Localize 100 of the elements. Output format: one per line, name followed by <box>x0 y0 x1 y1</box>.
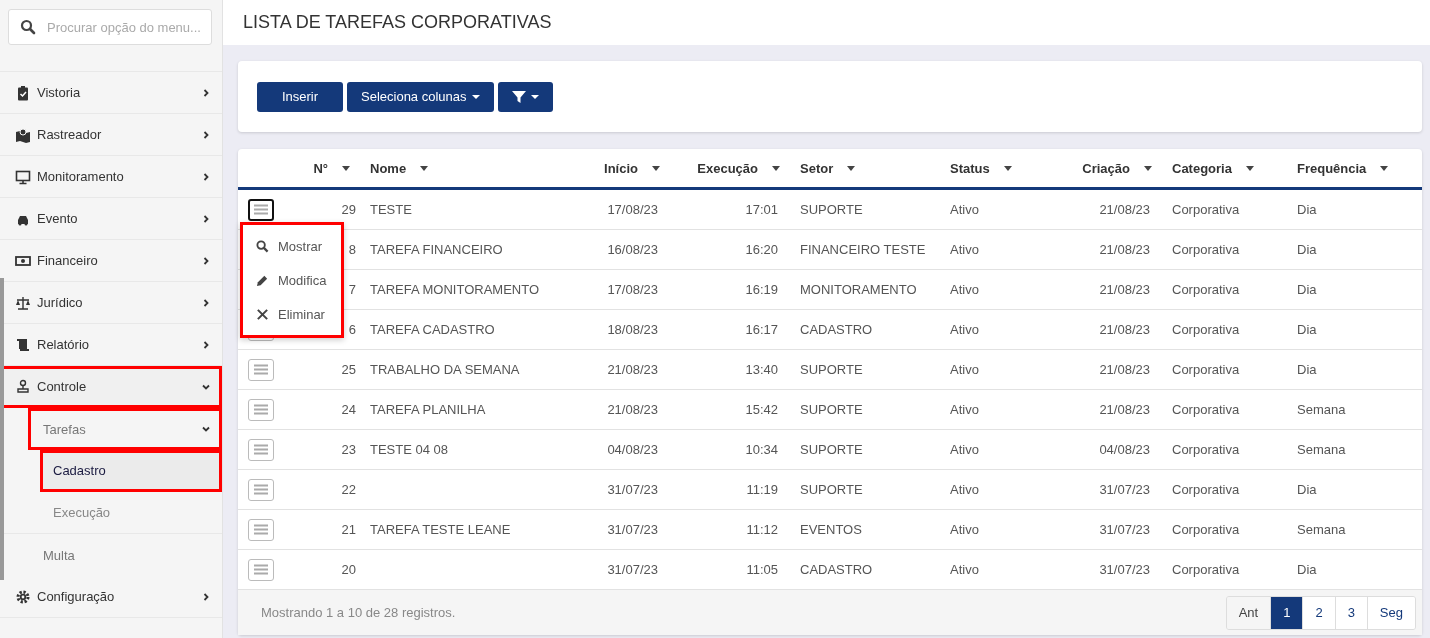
table-cell: TRABALHO DA SEMANA <box>370 362 520 377</box>
table-cell: 21/08/23 <box>607 362 658 377</box>
table-cell: 16/08/23 <box>607 242 658 257</box>
page-button[interactable]: 3 <box>1334 596 1367 629</box>
table-cell: Ativo <box>950 402 979 417</box>
column-header[interactable]: Categoria <box>1172 160 1232 176</box>
records-info: Mostrando 1 a 10 de 28 registros. <box>261 605 456 620</box>
table-cell: Ativo <box>950 562 979 577</box>
table-cell: 31/07/23 <box>1099 562 1150 577</box>
table-cell: Ativo <box>950 482 979 497</box>
menu-item[interactable]: Eliminar <box>240 297 344 331</box>
columns-dropdown-button[interactable]: Seleciona colunas <box>347 81 494 112</box>
table-cell: TAREFA CADASTRO <box>370 322 495 337</box>
table-cell: 13:40 <box>745 362 778 377</box>
menu-item[interactable]: Configuração <box>0 576 222 618</box>
table-cell: Dia <box>1297 202 1317 217</box>
table-cell: SUPORTE <box>800 442 863 457</box>
menu-icon <box>254 364 268 375</box>
menu-item[interactable]: Jurídico <box>0 282 222 324</box>
table-cell: Semana <box>1297 522 1346 537</box>
sort-caret-icon[interactable] <box>342 165 350 171</box>
insert-button[interactable]: Inserir <box>257 81 343 112</box>
table-cell: Corporativa <box>1172 362 1240 377</box>
page-button[interactable]: 2 <box>1302 596 1335 629</box>
search-field[interactable]: Procurar opção do menu... <box>8 9 212 45</box>
sort-caret-icon[interactable] <box>420 165 429 171</box>
table-cell: 17/08/23 <box>607 202 658 217</box>
chevron-icon <box>202 172 210 181</box>
table-cell: 16:19 <box>745 282 778 297</box>
table-cell: Semana <box>1297 442 1346 457</box>
table-cell: Corporativa <box>1172 482 1240 497</box>
column-header[interactable]: Frequência <box>1297 160 1367 176</box>
sort-caret-icon[interactable] <box>772 165 780 171</box>
submenu-item[interactable]: Tarefas <box>28 408 222 450</box>
chevron-icon <box>202 425 210 433</box>
sort-caret-icon[interactable] <box>1144 165 1152 171</box>
sort-caret-icon[interactable] <box>847 165 856 171</box>
scrollbar[interactable] <box>0 278 4 580</box>
table-cell: 10:34 <box>745 442 778 457</box>
table-cell: 21 <box>341 522 356 537</box>
menu-item[interactable]: Mostrar <box>240 229 344 263</box>
table-cell: 17/08/23 <box>607 282 658 297</box>
monitor-icon <box>15 168 31 185</box>
submenu-item[interactable]: Multa <box>28 534 222 576</box>
table-cell: Ativo <box>950 202 979 217</box>
table-cell: 16:20 <box>745 242 778 257</box>
table-cell: MONITORAMENTO <box>800 282 917 297</box>
sort-caret-icon[interactable] <box>1380 165 1389 171</box>
table-cell: 21/08/23 <box>1099 242 1150 257</box>
menu-icon <box>254 404 268 415</box>
column-header[interactable]: Início <box>604 160 638 176</box>
row-menu-button[interactable] <box>248 198 274 221</box>
chevron-icon <box>202 256 210 265</box>
page-button[interactable]: 1 <box>1270 596 1303 629</box>
sort-caret-icon[interactable] <box>652 165 660 171</box>
table-cell: FINANCEIRO TESTE <box>800 242 926 257</box>
table-cell: Ativo <box>950 242 979 257</box>
menu-icon <box>254 564 268 575</box>
menu-item[interactable]: Monitoramento <box>0 156 222 198</box>
table-cell: CADASTRO <box>800 322 873 337</box>
table-cell: Corporativa <box>1172 562 1240 577</box>
menu-icon <box>254 444 268 455</box>
chevron-icon <box>202 130 210 139</box>
column-header[interactable]: Criação <box>1082 160 1130 176</box>
table-cell: Ativo <box>950 362 979 377</box>
table-cell: Ativo <box>950 282 979 297</box>
table-cell: 21/08/23 <box>1099 282 1150 297</box>
table-cell: 7 <box>348 282 356 297</box>
sort-caret-icon[interactable] <box>1003 165 1012 171</box>
menu-icon <box>254 484 268 495</box>
menu-item[interactable]: Financeiro <box>0 240 222 282</box>
table-cell: 21/08/23 <box>607 402 658 417</box>
pencil-icon <box>256 273 269 287</box>
column-header[interactable]: Status <box>950 160 990 176</box>
table-cell: 18/08/23 <box>607 322 658 337</box>
table-cell: Dia <box>1297 322 1317 337</box>
clipboard-icon <box>15 84 31 101</box>
menu-item[interactable]: Rastreador <box>0 114 222 156</box>
menu-item[interactable]: Evento <box>0 198 222 240</box>
chevron-icon <box>202 592 210 601</box>
submenu-item[interactable]: Cadastro <box>40 450 222 492</box>
table-cell: Ativo <box>950 322 979 337</box>
table-cell: Corporativa <box>1172 322 1240 337</box>
column-header[interactable]: Nome <box>370 160 407 176</box>
table-cell: Corporativa <box>1172 202 1240 217</box>
caret-icon <box>471 93 480 100</box>
table-cell: TESTE <box>370 202 412 217</box>
page-button[interactable]: Seg <box>1366 596 1415 629</box>
filter-button[interactable] <box>497 81 553 112</box>
column-header[interactable]: Setor <box>800 160 834 176</box>
column-header[interactable]: Execução <box>697 160 758 176</box>
table-cell: 15:42 <box>745 402 778 417</box>
search-icon <box>20 19 36 35</box>
menu-item[interactable]: Vistoria <box>0 72 222 114</box>
menu-item[interactable]: Modifica <box>240 263 344 297</box>
table-cell: 04/08/23 <box>1099 442 1150 457</box>
sort-caret-icon[interactable] <box>1245 165 1254 171</box>
menu-icon <box>254 204 268 215</box>
chevron-icon <box>202 214 210 223</box>
column-header[interactable]: N° <box>313 160 328 176</box>
